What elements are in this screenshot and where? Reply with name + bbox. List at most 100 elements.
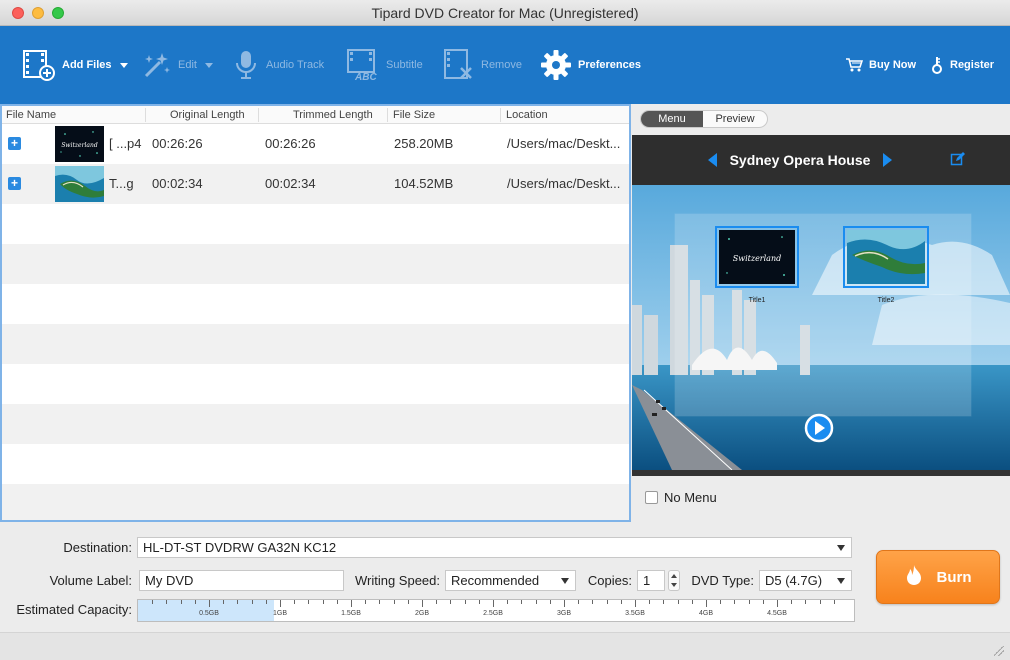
add-files-icon [22, 48, 56, 82]
original-length: 00:02:34 [152, 176, 203, 191]
remove-label: Remove [481, 59, 522, 71]
capacity-major-tick [635, 600, 636, 607]
buy-now-label: Buy Now [869, 59, 917, 71]
capacity-minor-tick [578, 600, 580, 604]
chevron-down-icon[interactable] [119, 62, 128, 68]
capacity-minor-tick [549, 600, 551, 604]
destination-value: HL-DT-ST DVDRW GA32N KC12 [143, 540, 337, 555]
table-row[interactable]: + T...g 00:02:34 00:02:34 104.52MB /User… [2, 164, 629, 204]
empty-row [2, 444, 629, 484]
subtitle-button[interactable]: ABC Subtitle [346, 26, 423, 104]
status-bar [0, 632, 1010, 660]
volume-label-label: Volume Label: [49, 573, 132, 588]
column-header-trimmed-length[interactable]: Trimmed Length [293, 106, 373, 124]
thumbnail-caption: Switzerland [61, 142, 98, 149]
column-header-location[interactable]: Location [506, 106, 548, 124]
edit-menu-icon[interactable] [950, 151, 966, 170]
capacity-minor-tick [478, 600, 480, 604]
audio-track-button[interactable]: Audio Track [232, 26, 324, 104]
capacity-minor-tick [365, 600, 367, 604]
video-thumbnail [55, 166, 104, 202]
column-header-original-length[interactable]: Original Length [170, 106, 245, 124]
capacity-tick-label: 4GB [698, 610, 714, 617]
capacity-minor-tick [393, 600, 395, 604]
video-thumbnail: Switzerland [55, 126, 104, 162]
empty-row [2, 244, 629, 284]
capacity-major-tick [493, 600, 494, 607]
writing-speed-select[interactable]: Recommended [445, 570, 576, 591]
chevron-down-icon[interactable] [204, 62, 213, 68]
capacity-minor-tick [833, 600, 835, 604]
capacity-major-tick [564, 600, 565, 607]
file-size: 258.20MB [394, 136, 454, 151]
microphone-icon [232, 49, 260, 81]
capacity-minor-tick [819, 600, 821, 604]
menu-title-1-label: Title1 [749, 297, 766, 304]
capacity-minor-tick [379, 600, 381, 604]
capacity-tick-label: 1GB [272, 610, 288, 617]
destination-select[interactable]: HL-DT-ST DVDRW GA32N KC12 [137, 537, 852, 558]
destination-label: Destination: [63, 540, 132, 555]
no-menu-checkbox[interactable]: No Menu [645, 490, 717, 505]
minimize-window-button[interactable] [32, 7, 44, 19]
subtitle-label: Subtitle [386, 59, 423, 71]
preferences-label: Preferences [578, 59, 641, 71]
capacity-minor-tick [294, 600, 296, 604]
add-files-button[interactable]: Add Files [22, 26, 128, 104]
edit-button[interactable]: Edit [142, 26, 213, 104]
capacity-tick-label: 2GB [414, 610, 430, 617]
menu-thumbnail-caption: Switzerland [733, 254, 781, 263]
no-menu-label: No Menu [664, 490, 717, 505]
dvd-type-select[interactable]: D5 (4.7G) [759, 570, 852, 591]
cart-icon [845, 57, 863, 73]
table-row[interactable]: + Switzerland [ ...p4 00:26:26 00:26:26 … [2, 124, 629, 164]
menu-title-2-label: Title2 [878, 297, 895, 304]
copies-stepper[interactable] [668, 570, 680, 591]
buy-now-button[interactable]: Buy Now [845, 26, 916, 104]
capacity-minor-tick [308, 600, 310, 604]
tab-preview[interactable]: Preview [703, 111, 767, 127]
chevron-down-icon [561, 578, 569, 584]
file-name: [ ...p4 [109, 136, 142, 151]
capacity-tick-label: 1.5GB [341, 610, 361, 617]
trimmed-length[interactable]: 00:26:26 [265, 124, 316, 164]
column-header-file-size[interactable]: File Size [393, 106, 435, 124]
next-theme-arrow-icon[interactable] [883, 153, 892, 167]
writing-speed-value: Recommended [451, 573, 540, 588]
file-name: T...g [109, 176, 134, 191]
play-button-icon [804, 413, 834, 443]
capacity-minor-tick [464, 600, 466, 604]
empty-row [2, 404, 629, 444]
tab-menu[interactable]: Menu [641, 111, 703, 127]
writing-speed-label: Writing Speed: [354, 573, 440, 588]
file-location: /Users/mac/Deskt... [507, 176, 621, 191]
capacity-minor-tick [535, 600, 537, 604]
original-length: 00:26:26 [152, 136, 203, 151]
capacity-minor-tick [507, 600, 509, 604]
zoom-window-button[interactable] [52, 7, 64, 19]
trimmed-length[interactable]: 00:02:34 [265, 164, 316, 204]
burn-button[interactable]: Burn [876, 550, 1000, 604]
capacity-minor-tick [407, 600, 409, 604]
resize-grip-icon[interactable] [994, 646, 1004, 656]
expand-icon[interactable]: + [8, 137, 21, 150]
checkbox-box[interactable] [645, 491, 658, 504]
audio-track-label: Audio Track [266, 59, 325, 71]
estimated-capacity-bar: 0.5GB 1GB 1.5GB 2GB 2.5GB 3GB 3.5GB 4GB 4.5GB [137, 599, 855, 622]
close-window-button[interactable] [12, 7, 24, 19]
copies-input[interactable]: 1 [637, 570, 665, 591]
register-button[interactable]: Register [930, 26, 994, 104]
file-size: 104.52MB [394, 176, 454, 191]
capacity-minor-tick [450, 600, 452, 604]
column-header-file-name[interactable]: File Name [6, 106, 56, 124]
volume-label-value: My DVD [145, 573, 194, 588]
menu-preview-image: Switzerland Title1 Title2 [632, 185, 1010, 470]
volume-label-input[interactable]: My DVD [139, 570, 344, 591]
expand-icon[interactable]: + [8, 177, 21, 190]
preferences-button[interactable]: Preferences [540, 26, 641, 104]
capacity-major-tick [280, 600, 281, 607]
estimated-capacity-label: Estimated Capacity: [16, 602, 132, 617]
remove-button[interactable]: Remove [443, 26, 522, 104]
svg-text:ABC: ABC [354, 72, 377, 82]
capacity-major-tick [777, 600, 778, 607]
